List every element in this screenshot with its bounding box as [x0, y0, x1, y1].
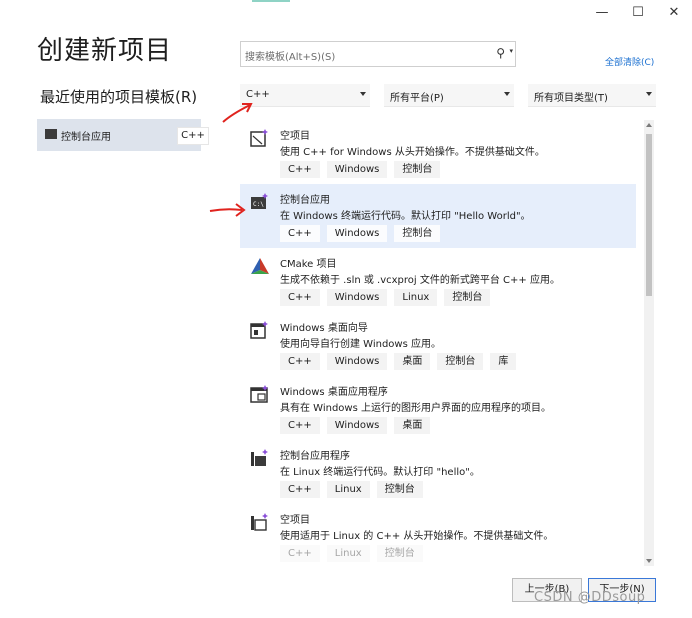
annotation-arrow-icon	[209, 203, 246, 217]
title-bar-accent	[252, 0, 290, 2]
tag-badge: Windows	[326, 289, 388, 306]
close-button[interactable]: ✕	[656, 0, 692, 24]
maximize-button[interactable]: ☐	[620, 0, 656, 24]
language-filter-dropdown[interactable]: C++	[240, 84, 370, 107]
tag-badge: Linux	[326, 545, 370, 562]
empty-project-icon	[250, 129, 268, 147]
tag-badge: 控制台	[444, 289, 491, 306]
language-filter-value: C++	[246, 89, 270, 100]
template-item-cmake[interactable]: CMake 项目 生成不依赖于 .sln 或 .vcxproj 文件的新式跨平台…	[240, 248, 636, 312]
project-type-filter-dropdown[interactable]: 所有项目类型(T)	[528, 84, 656, 107]
template-name: 空项目	[280, 131, 310, 142]
tag-badge: C++	[280, 417, 320, 434]
template-tags: C++ Windows 桌面 控制台 库	[280, 353, 517, 370]
template-description: 生成不依赖于 .sln 或 .vcxproj 文件的新式跨平台 C++ 应用。	[280, 275, 560, 286]
platform-filter-value: 所有平台(P)	[390, 93, 444, 104]
tag-badge: C++	[280, 289, 320, 306]
scroll-down-icon[interactable]	[646, 559, 652, 563]
template-description: 具有在 Windows 上运行的图形用户界面的应用程序的项目。	[280, 403, 551, 414]
tag-badge: Windows	[326, 417, 388, 434]
template-tags: C++ Windows 控制台	[280, 225, 441, 242]
tag-badge: Linux	[326, 481, 370, 498]
tag-badge: Windows	[326, 353, 388, 370]
annotation-arrow-icon	[222, 103, 253, 123]
tag-badge: C++	[280, 545, 320, 562]
platform-filter-dropdown[interactable]: 所有平台(P)	[384, 84, 514, 107]
recent-template-label: 控制台应用	[61, 132, 111, 143]
template-item-console-app[interactable]: C:\ 控制台应用 在 Windows 终端运行代码。默认打印 "Hello W…	[240, 184, 636, 248]
tag-badge: C++	[280, 353, 320, 370]
watermark: CSDN @DDsoup	[534, 590, 646, 605]
minimize-button[interactable]: —	[584, 0, 620, 24]
chevron-down-icon	[504, 92, 510, 96]
template-item-linux-console-app[interactable]: 控制台应用程序 在 Linux 终端运行代码。默认打印 "hello"。 C++…	[240, 440, 636, 504]
template-item-desktop-wizard[interactable]: Windows 桌面向导 使用向导自行创建 Windows 应用。 C++ Wi…	[240, 312, 636, 376]
page-title: 创建新项目	[37, 36, 173, 66]
tag-badge: 控制台	[394, 225, 441, 242]
chevron-down-icon	[646, 92, 652, 96]
chevron-down-icon	[360, 92, 366, 96]
template-item-desktop-app[interactable]: Windows 桌面应用程序 具有在 Windows 上运行的图形用户界面的应用…	[240, 376, 636, 440]
tag-badge: 桌面	[394, 417, 431, 434]
svg-text:C:\: C:\	[253, 201, 264, 208]
template-tags: C++ Linux 控制台	[280, 481, 423, 498]
search-placeholder: 搜索模板(Alt+S)(S)	[245, 52, 336, 63]
clear-all-link[interactable]: 全部清除(C)	[605, 55, 654, 68]
console-app-icon	[45, 129, 57, 139]
recent-template-item[interactable]: 控制台应用 C++	[37, 119, 209, 151]
tag-badge: 桌面	[394, 353, 431, 370]
template-item-linux-empty-project[interactable]: 空项目 使用适用于 Linux 的 C++ 从头开始操作。不提供基础文件。 C+…	[240, 504, 636, 566]
recent-template-tag: C++	[177, 127, 209, 145]
template-tags: C++ Windows 控制台	[280, 161, 441, 178]
template-description: 使用向导自行创建 Windows 应用。	[280, 339, 441, 350]
chevron-down-icon[interactable]: ▾	[509, 47, 513, 55]
template-list-scrollbar[interactable]	[644, 120, 654, 566]
template-name: Windows 桌面向导	[280, 323, 368, 334]
scroll-up-icon[interactable]	[646, 123, 652, 127]
linux-empty-project-icon	[251, 513, 268, 531]
template-search-input[interactable]: 搜索模板(Alt+S)(S) ⚲ ▾	[240, 41, 516, 67]
template-name: 控制台应用	[280, 195, 330, 206]
desktop-app-icon	[250, 385, 268, 403]
project-type-filter-value: 所有项目类型(T)	[534, 93, 608, 104]
template-description: 在 Windows 终端运行代码。默认打印 "Hello World"。	[280, 211, 531, 222]
tag-badge: 控制台	[437, 353, 484, 370]
tag-badge: 控制台	[376, 545, 423, 562]
tag-badge: 控制台	[376, 481, 423, 498]
scrollbar-thumb[interactable]	[646, 134, 652, 296]
tag-badge: 控制台	[394, 161, 441, 178]
template-list[interactable]: 空项目 使用 C++ for Windows 从头开始操作。不提供基础文件。 C…	[240, 120, 642, 566]
tag-badge: Linux	[394, 289, 438, 306]
template-name: 空项目	[280, 515, 310, 526]
tag-badge: C++	[280, 161, 320, 178]
template-tags: C++ Windows Linux 控制台	[280, 289, 491, 306]
cmake-icon	[251, 258, 269, 274]
tag-badge: Windows	[326, 161, 388, 178]
recent-templates-heading: 最近使用的项目模板(R)	[40, 88, 198, 106]
desktop-wizard-icon	[250, 321, 268, 339]
template-name: CMake 项目	[280, 259, 337, 270]
template-description: 使用适用于 Linux 的 C++ 从头开始操作。不提供基础文件。	[280, 531, 554, 542]
console-app-icon: C:\	[251, 193, 268, 209]
template-tags: C++ Windows 桌面	[280, 417, 431, 434]
linux-console-icon	[251, 449, 268, 466]
template-item-empty-project[interactable]: 空项目 使用 C++ for Windows 从头开始操作。不提供基础文件。 C…	[240, 120, 636, 184]
tag-badge: Windows	[326, 225, 388, 242]
tag-badge: C++	[280, 225, 320, 242]
template-description: 在 Linux 终端运行代码。默认打印 "hello"。	[280, 467, 480, 478]
template-description: 使用 C++ for Windows 从头开始操作。不提供基础文件。	[280, 147, 545, 158]
template-tags: C++ Linux 控制台	[280, 545, 423, 562]
template-name: Windows 桌面应用程序	[280, 387, 388, 398]
tag-badge: 库	[490, 353, 517, 370]
search-icon[interactable]: ⚲	[496, 46, 505, 60]
tag-badge: C++	[280, 481, 320, 498]
template-name: 控制台应用程序	[280, 451, 350, 462]
